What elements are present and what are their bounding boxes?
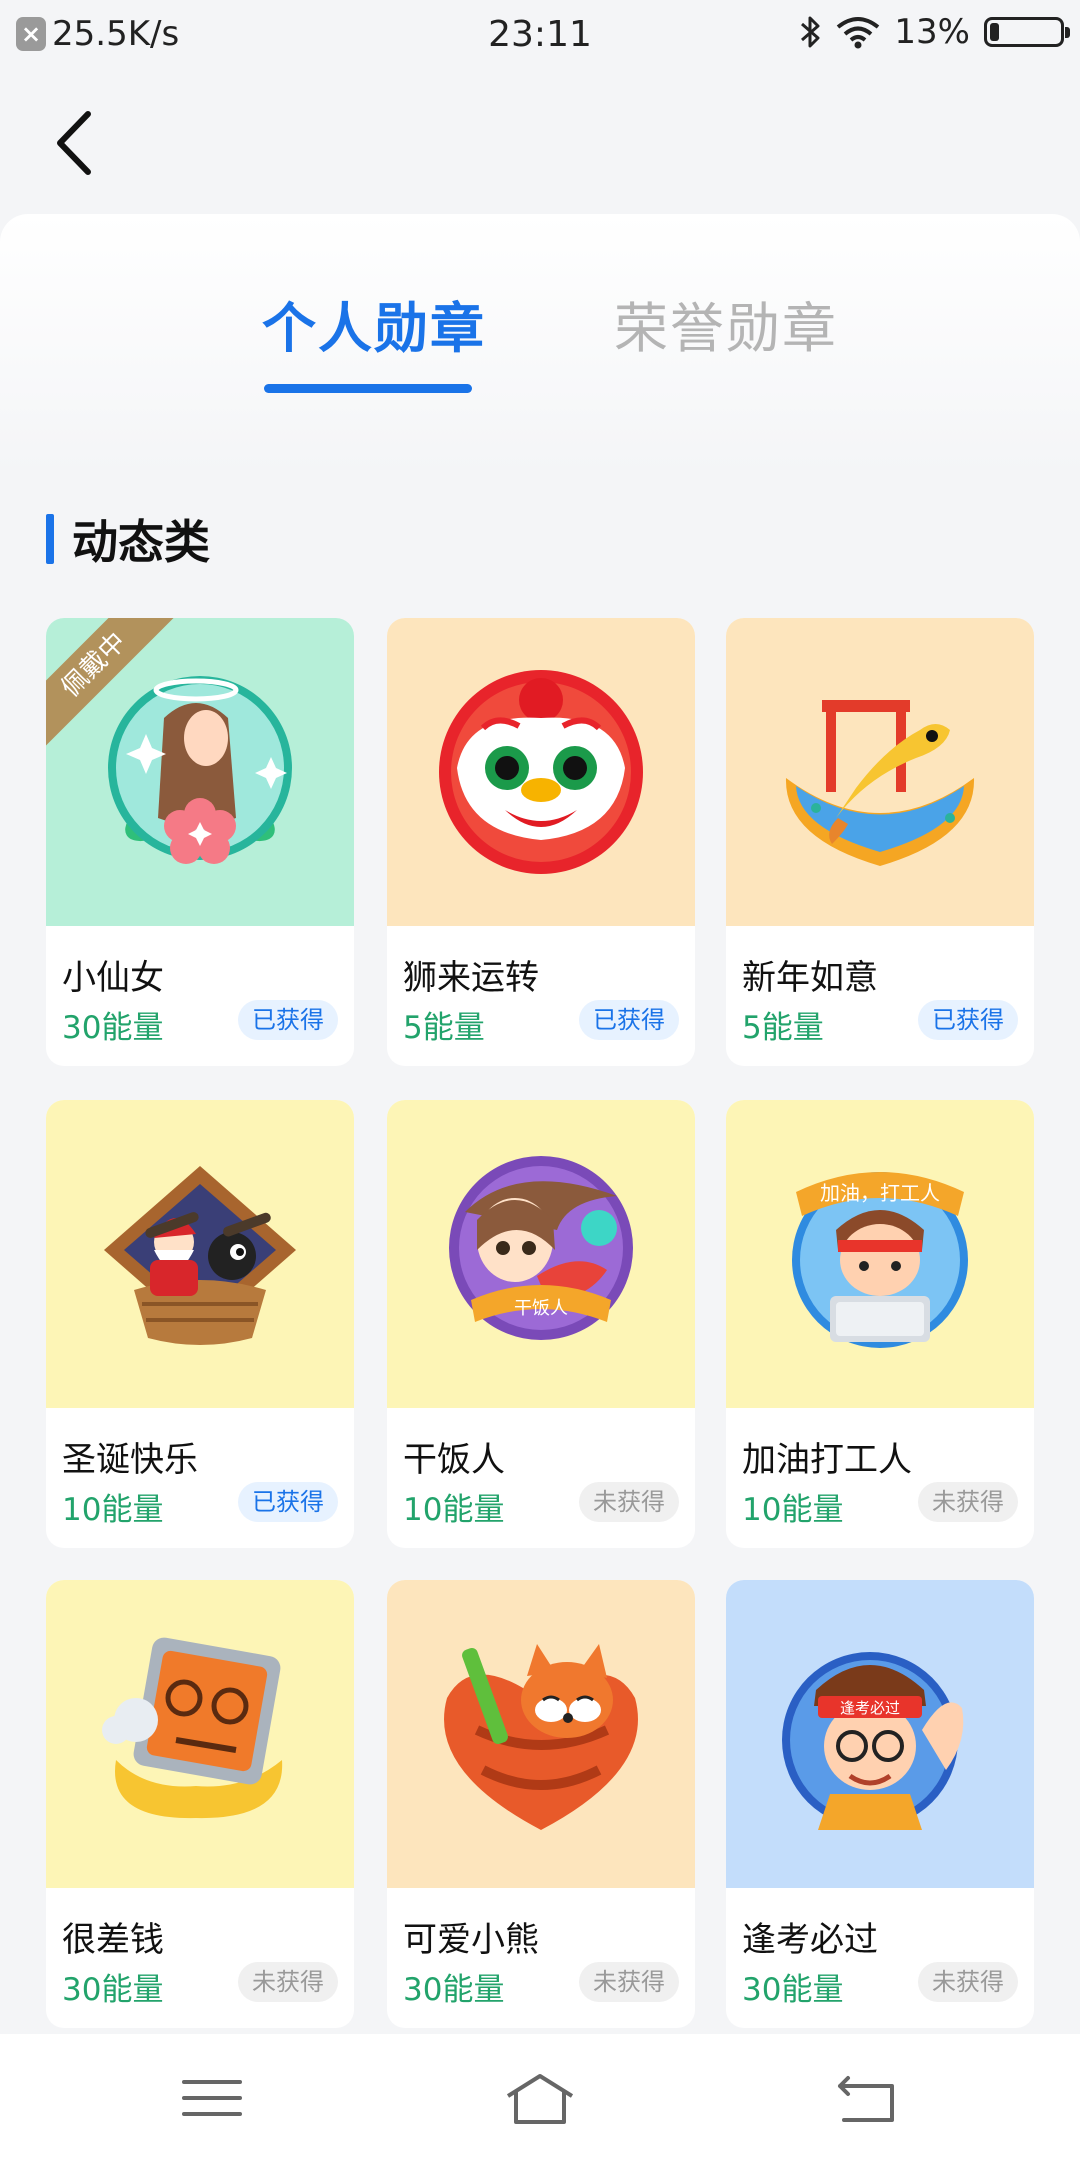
badge-status: 未获得 <box>238 1962 338 2002</box>
badge-ribbon-text: 加油，打工人 <box>820 1181 940 1205</box>
badge-status: 未获得 <box>579 1482 679 1522</box>
badge-name: 加油打工人 <box>742 1440 912 1480</box>
badge-name: 很差钱 <box>62 1920 164 1960</box>
worker-badge-icon: 加油，打工人 <box>792 1172 968 1348</box>
badge-card[interactable]: 很差钱 30能量 未获得 <box>46 1580 354 2028</box>
status-right: 13% <box>798 12 1070 52</box>
tab-bar: 个人勋章 荣誉勋章 <box>0 284 1080 394</box>
badge-status: 已获得 <box>579 1000 679 1040</box>
badge-name: 圣诞快乐 <box>62 1440 198 1480</box>
battery-level <box>990 23 999 41</box>
exam-pass-badge-icon: 逢考必过 <box>782 1652 964 1830</box>
tab-honor-badges[interactable]: 荣誉勋章 <box>614 284 838 363</box>
badge-status: 已获得 <box>238 1482 338 1522</box>
badge-energy: 30能量 <box>742 1972 844 2008</box>
badge-status: 已获得 <box>238 1000 338 1040</box>
battery-icon <box>984 17 1070 47</box>
badge-ribbon-text: 干饭人 <box>514 1298 568 1319</box>
badge-energy: 10能量 <box>62 1492 164 1528</box>
tab-personal-badges[interactable]: 个人勋章 <box>262 284 486 363</box>
status-bar: × 25.5K/s 23:11 13% <box>0 0 1080 72</box>
broke-wallet-badge-icon <box>102 1637 283 1819</box>
badge-name: 逢考必过 <box>742 1920 878 1960</box>
menu-icon[interactable] <box>172 2062 252 2132</box>
wifi-icon <box>837 17 880 49</box>
badge-status: 未获得 <box>918 1962 1018 2002</box>
koi-boat-badge-icon <box>785 700 975 866</box>
badge-energy: 30能量 <box>403 1972 505 2008</box>
back-nav-icon[interactable] <box>828 2062 908 2132</box>
section-title: 动态类 <box>72 515 210 569</box>
badge-image-area <box>726 618 1034 926</box>
badge-image-area <box>46 1580 354 1888</box>
back-arrow-icon[interactable] <box>44 108 114 178</box>
badge-energy: 5能量 <box>742 1010 824 1046</box>
badge-name: 狮来运转 <box>403 958 539 998</box>
section-accent-bar <box>46 514 54 564</box>
badge-image-area <box>387 618 695 926</box>
badge-panel: 个人勋章 荣誉勋章 动态类 佩戴中 小仙女 30能量 已获得 狮来运转 5能量 … <box>0 214 1080 2034</box>
bluetooth-icon <box>801 16 820 48</box>
badge-card[interactable]: 圣诞快乐 10能量 已获得 <box>46 1100 354 1548</box>
lion-dance-badge-icon <box>439 670 643 874</box>
section-header: 动态类 <box>46 512 210 569</box>
rice-eater-badge-icon: 干饭人 <box>449 1156 633 1340</box>
badge-energy: 5能量 <box>403 1010 485 1046</box>
christmas-badge-icon <box>104 1166 296 1345</box>
system-nav-bar <box>0 2034 1080 2160</box>
badge-name: 可爱小熊 <box>403 1920 539 1960</box>
battery-percent: 13% <box>894 12 970 52</box>
badge-status: 未获得 <box>579 1962 679 2002</box>
badge-card[interactable]: 新年如意 5能量 已获得 <box>726 618 1034 1066</box>
badge-name: 新年如意 <box>742 958 878 998</box>
badge-image-area <box>387 1580 695 1888</box>
badge-energy: 30能量 <box>62 1010 164 1046</box>
badge-energy: 30能量 <box>62 1972 164 2008</box>
badge-card[interactable]: 逢考必过 逢考必过 30能量 未获得 <box>726 1580 1034 2028</box>
badge-image-area <box>46 1100 354 1408</box>
badge-card[interactable]: 可爱小熊 30能量 未获得 <box>387 1580 695 2028</box>
active-tab-indicator <box>264 384 472 393</box>
badge-status: 未获得 <box>918 1482 1018 1522</box>
badge-headband-text: 逢考必过 <box>840 1699 900 1717</box>
badge-image-area: 佩戴中 <box>46 618 354 926</box>
badge-card[interactable]: 佩戴中 小仙女 30能量 已获得 <box>46 618 354 1066</box>
badge-card[interactable]: 狮来运转 5能量 已获得 <box>387 618 695 1066</box>
badge-energy: 10能量 <box>742 1492 844 1528</box>
badge-card[interactable]: 加油，打工人 加油打工人 10能量 未获得 <box>726 1100 1034 1548</box>
badge-name: 干饭人 <box>403 1440 505 1480</box>
badge-image-area: 逢考必过 <box>726 1580 1034 1888</box>
badge-status: 已获得 <box>918 1000 1018 1040</box>
badge-image-area: 加油，打工人 <box>726 1100 1034 1408</box>
badge-energy: 10能量 <box>403 1492 505 1528</box>
badge-name: 小仙女 <box>62 958 164 998</box>
badge-image-area: 干饭人 <box>387 1100 695 1408</box>
home-icon[interactable] <box>500 2062 580 2132</box>
red-panda-badge-icon <box>444 1644 638 1830</box>
badge-card[interactable]: 干饭人 干饭人 10能量 未获得 <box>387 1100 695 1548</box>
badge-grid: 佩戴中 小仙女 30能量 已获得 狮来运转 5能量 已获得 新年如意 5能量 已… <box>46 618 1036 2058</box>
header <box>0 72 1080 212</box>
